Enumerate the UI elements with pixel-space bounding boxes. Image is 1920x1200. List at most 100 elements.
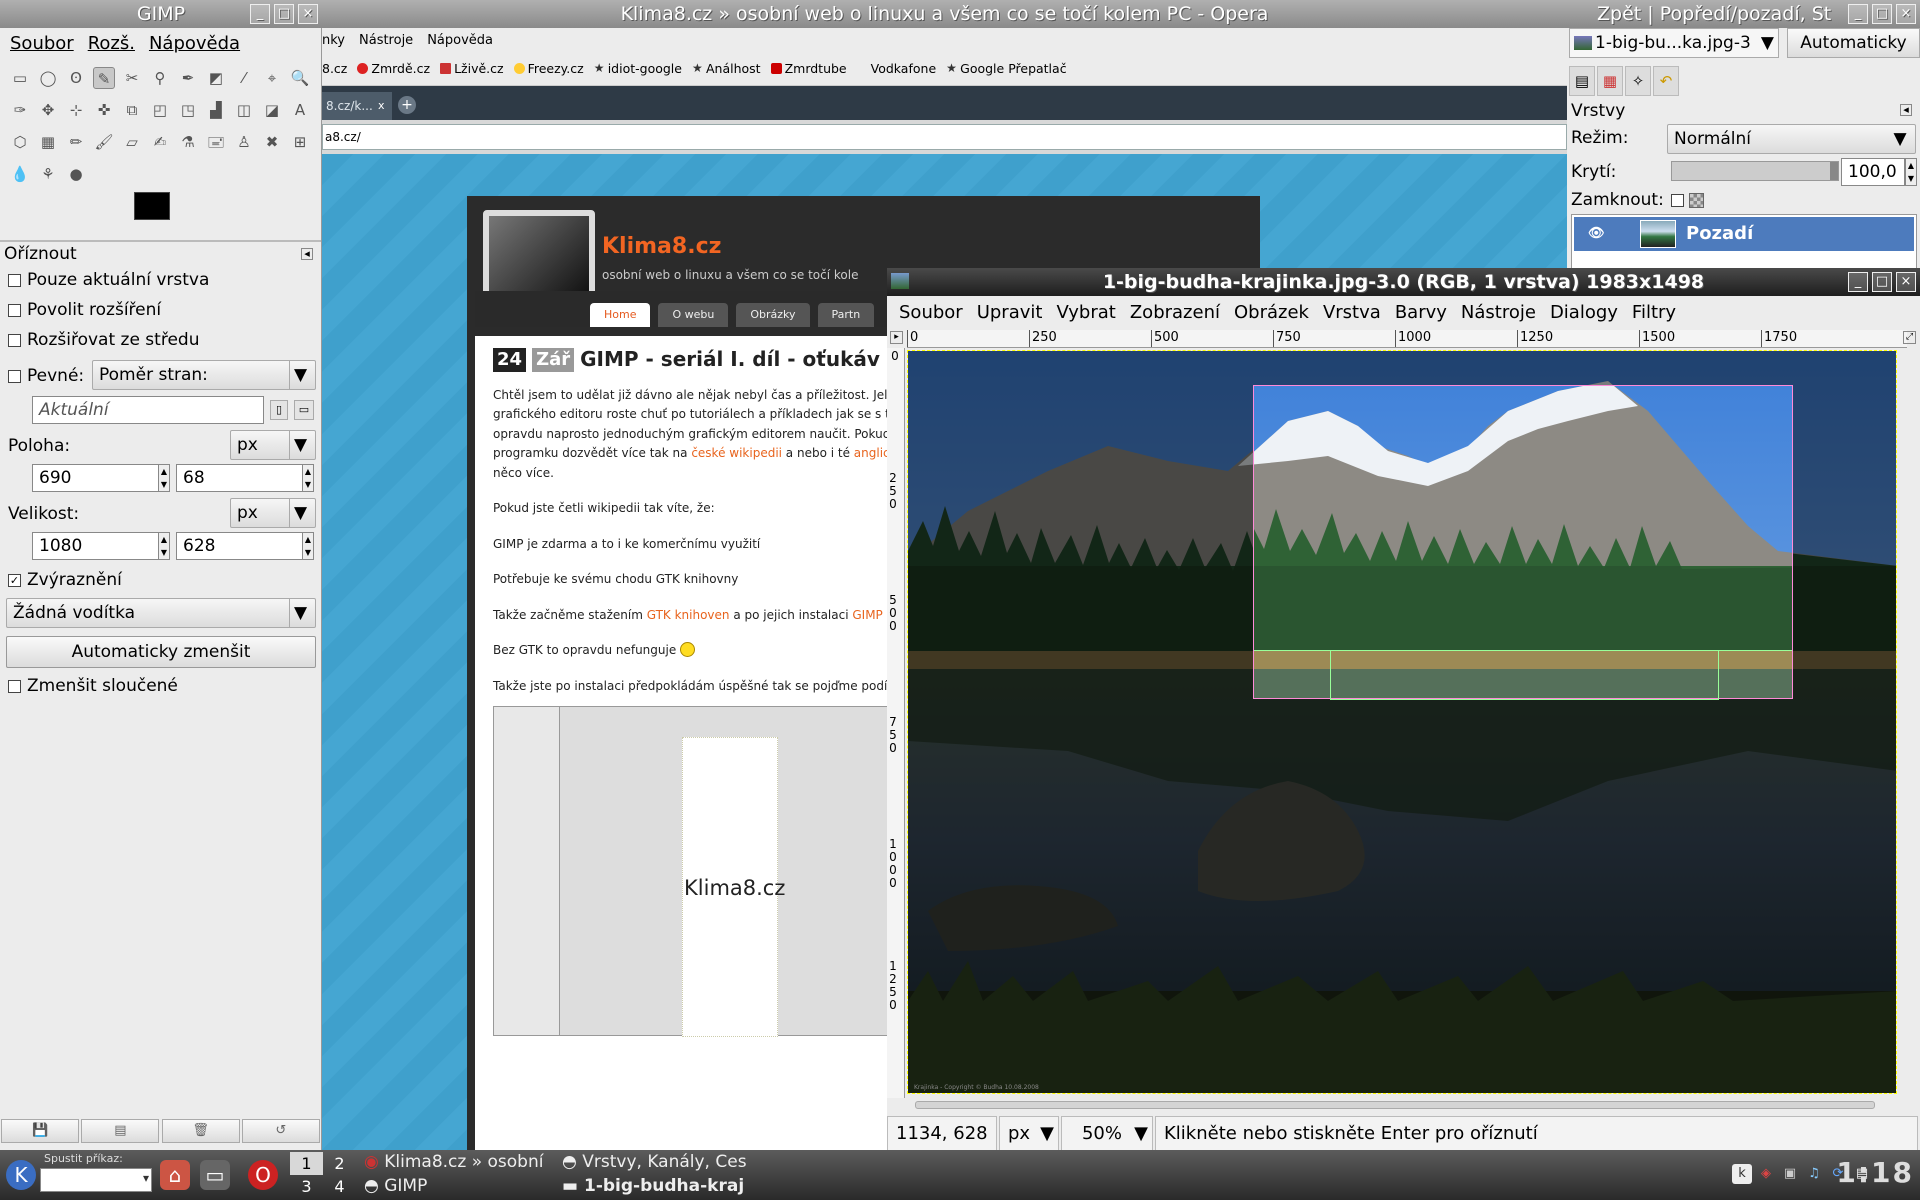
tool-button-icon[interactable]: ♙ xyxy=(233,131,255,153)
bookmark[interactable]: Vodkafone xyxy=(871,61,937,76)
minimize-icon[interactable]: _ xyxy=(1848,4,1868,24)
run-command-input[interactable] xyxy=(40,1168,152,1192)
zoom-combo[interactable]: 50% ▼ xyxy=(1061,1116,1153,1152)
spin-arrows-icon[interactable]: ▲ ▼ xyxy=(158,464,170,492)
post-heading[interactable]: GIMP - seriál I. díl - oťukáv xyxy=(580,349,880,370)
menu-edit[interactable]: Upravit xyxy=(977,302,1043,323)
foreground-color[interactable] xyxy=(134,192,170,220)
image-titlebar[interactable]: 1-big-budha-krajinka.jpg-3.0 (RGB, 1 vrs… xyxy=(887,268,1920,296)
portrait-icon[interactable]: ▯ xyxy=(270,400,288,420)
tool-button-icon[interactable]: ● xyxy=(65,163,87,185)
menu-file[interactable]: Soubor xyxy=(10,33,74,54)
eye-icon[interactable]: 👁 xyxy=(1588,217,1605,251)
task-opera[interactable]: ◉ Klima8.cz » osobní xyxy=(364,1152,550,1172)
paths-tab-icon[interactable]: ✧ xyxy=(1625,66,1651,96)
tool-button-icon[interactable]: ʘ xyxy=(65,67,87,89)
checkbox[interactable] xyxy=(8,273,21,287)
tool-button-icon[interactable]: A xyxy=(289,99,311,121)
link[interactable]: GIMP xyxy=(852,608,882,622)
tool-button-icon[interactable]: ⚗ xyxy=(177,131,199,153)
tool-button-icon[interactable]: ✖ xyxy=(261,131,283,153)
task-layers[interactable]: ◓ Vrstvy, Kanály, Ces xyxy=(562,1152,762,1172)
tool-button-icon[interactable]: ✂ xyxy=(121,67,143,89)
checkbox[interactable] xyxy=(8,369,21,383)
tool-button-icon[interactable]: 🖌 xyxy=(93,131,115,153)
checkbox[interactable] xyxy=(8,333,21,347)
only-active-layer-checkbox[interactable]: Pouze aktuální vrstva xyxy=(8,270,209,290)
lock-alpha-icon[interactable] xyxy=(1689,193,1704,208)
save-icon[interactable]: 💾 xyxy=(1,1119,80,1143)
desktop-3[interactable]: 3 xyxy=(290,1175,323,1198)
task-image[interactable]: ▬ 1-big-budha-kraj xyxy=(562,1176,762,1196)
color-selector[interactable] xyxy=(134,192,192,236)
unit-combo[interactable]: px ▼ xyxy=(999,1116,1059,1152)
horizontal-scrollbar[interactable] xyxy=(887,1098,1907,1112)
menu-help[interactable]: Nápověda xyxy=(149,33,240,54)
maximize-icon[interactable]: □ xyxy=(1872,272,1892,292)
volume-icon[interactable]: ♫ xyxy=(1804,1164,1824,1184)
layers-titlebar[interactable]: Zpět | Popředí/pozadí, St _ □ × xyxy=(1567,0,1920,28)
nav-home[interactable]: Home xyxy=(590,303,651,327)
zoom-fit-icon[interactable]: ⤢ xyxy=(1903,331,1916,344)
minimize-icon[interactable]: _ xyxy=(1848,272,1868,292)
menu-tools[interactable]: Nástroje xyxy=(1461,302,1536,323)
crop-handle[interactable] xyxy=(1330,650,1719,700)
menu-file[interactable]: Soubor xyxy=(899,302,963,323)
nav-images[interactable]: Obrázky xyxy=(736,303,810,327)
horizontal-ruler[interactable]: 0 250 500 750 1000 1250 1500 1750 xyxy=(907,330,1907,348)
tool-button-icon[interactable]: ⌖ xyxy=(261,67,283,89)
tool-button-icon[interactable]: ✑ xyxy=(9,99,31,121)
nav-about[interactable]: O webu xyxy=(658,303,729,327)
tool-button-icon[interactable]: ◯ xyxy=(37,67,59,89)
bookmark[interactable]: ★ idiot-google xyxy=(594,61,682,76)
new-tab-button[interactable]: + xyxy=(398,96,416,114)
checkbox[interactable] xyxy=(8,679,21,693)
tool-button-icon[interactable]: 🔍 xyxy=(289,67,311,89)
checkbox-checked[interactable]: ✓ xyxy=(8,573,21,587)
tool-button-icon[interactable]: ⊹ xyxy=(65,99,87,121)
home-icon[interactable]: ⌂ xyxy=(160,1160,190,1190)
tool-button-icon[interactable]: 💧 xyxy=(9,163,31,185)
reset-icon[interactable]: ↺ xyxy=(241,1119,320,1143)
tool-button-icon[interactable]: ⊞ xyxy=(289,131,311,153)
layers-tab-icon[interactable]: ▤ xyxy=(1569,66,1595,96)
tool-button-icon[interactable]: ✏ xyxy=(65,131,87,153)
klipper-icon[interactable]: k xyxy=(1732,1164,1752,1184)
desktop-2[interactable]: 2 xyxy=(323,1152,356,1175)
tool-button-icon[interactable]: ◩ xyxy=(205,67,227,89)
tool-button-icon[interactable]: ◳ xyxy=(177,99,199,121)
close-icon[interactable]: × xyxy=(1896,272,1916,292)
bookmark[interactable]: 8.cz xyxy=(322,61,347,76)
fixed-checkbox[interactable]: Pevné: xyxy=(8,366,84,386)
opera-titlebar[interactable]: Klima8.cz » osobní web o linuxu a všem c… xyxy=(322,0,1567,28)
network-icon[interactable]: ◈ xyxy=(1756,1164,1776,1184)
dock-menu-icon[interactable]: ◂ xyxy=(301,248,313,260)
bookmark[interactable]: Freezy.cz xyxy=(513,61,584,76)
tool-button-icon[interactable]: ✒ xyxy=(177,67,199,89)
bookmark[interactable]: ★ Google Přepatlač xyxy=(946,61,1066,76)
tool-button-icon[interactable]: ◰ xyxy=(149,99,171,121)
opera-menu-tools[interactable]: Nástroje xyxy=(359,33,413,48)
opera-menu-help[interactable]: Nápověda xyxy=(427,33,493,48)
link[interactable]: GTK knihoven xyxy=(647,608,730,622)
bookmark[interactable]: Zmrdtube xyxy=(770,61,847,76)
menu-extensions[interactable]: Rozš. xyxy=(88,33,135,54)
size-height-input[interactable]: 628 ▲ ▼ xyxy=(176,532,314,560)
position-unit-combo[interactable]: px ▼ xyxy=(230,430,316,460)
menu-filters[interactable]: Filtry xyxy=(1632,302,1676,323)
checkbox[interactable] xyxy=(8,303,21,317)
dock-menu-icon[interactable]: ◂ xyxy=(1900,104,1912,116)
tool-button-icon[interactable]: ✎ xyxy=(93,67,115,89)
aspect-current-input[interactable]: Aktuální xyxy=(32,396,264,424)
undo-tab-icon[interactable]: ↶ xyxy=(1653,66,1679,96)
desktop-4[interactable]: 4 xyxy=(323,1175,356,1198)
kde-menu-icon[interactable]: K xyxy=(6,1160,36,1190)
tool-button-icon[interactable]: ⧉ xyxy=(121,99,143,121)
spin-arrows-icon[interactable]: ▲ ▼ xyxy=(158,532,170,560)
maximize-icon[interactable]: □ xyxy=(274,4,294,24)
menu-image[interactable]: Obrázek xyxy=(1234,302,1309,323)
menu-select[interactable]: Vybrat xyxy=(1056,302,1115,323)
opacity-input[interactable]: 100,0 xyxy=(1841,158,1905,186)
bookmark[interactable]: Zmrdě.cz xyxy=(357,61,430,76)
terminal-icon[interactable]: ▭ xyxy=(200,1160,230,1190)
